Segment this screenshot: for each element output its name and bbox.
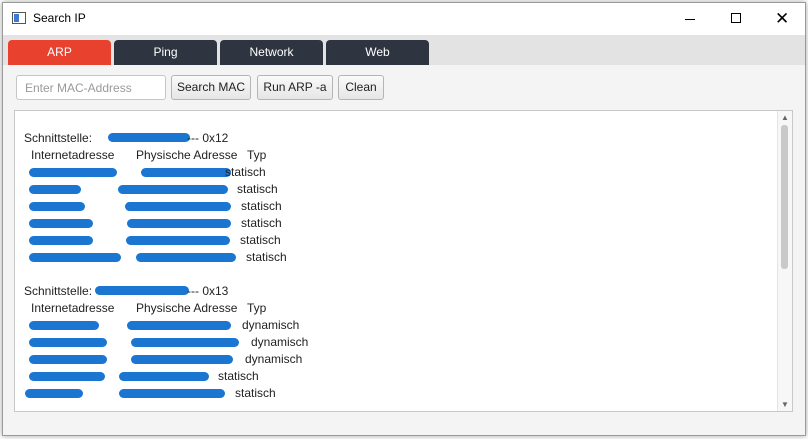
redacted-ip (29, 219, 93, 228)
close-icon: ✕ (775, 9, 790, 28)
interface-label: Schnittstelle: (24, 131, 93, 145)
redacted-ip (29, 202, 85, 211)
close-button[interactable]: ✕ (759, 3, 805, 35)
redacted-ip (29, 355, 107, 364)
scroll-thumb[interactable] (781, 125, 788, 269)
redacted-ip (29, 236, 93, 245)
header-type: Typ (247, 301, 267, 315)
row-type: statisch (241, 216, 282, 230)
redacted-ip (95, 286, 189, 295)
redacted-ip (108, 133, 190, 142)
interface-suffix: --- 0x13 (187, 284, 229, 298)
minimize-button[interactable] (667, 3, 713, 35)
redacted-ip (29, 372, 105, 381)
maximize-button[interactable] (713, 3, 759, 35)
search-mac-button[interactable]: Search MAC (171, 75, 251, 100)
redacted-ip (29, 168, 117, 177)
row-type: statisch (218, 369, 259, 383)
redacted-mac (125, 202, 231, 211)
mac-address-input[interactable] (16, 75, 166, 100)
header-internet-address: Internetadresse (31, 148, 115, 162)
minimize-icon (685, 19, 695, 20)
redacted-ip (29, 185, 81, 194)
redacted-mac (136, 253, 236, 262)
tab-arp[interactable]: ARP (8, 40, 111, 65)
window-title: Search IP (33, 11, 86, 25)
scroll-down-icon[interactable]: ▼ (781, 400, 789, 409)
redacted-mac (131, 355, 233, 364)
row-type: statisch (246, 250, 287, 264)
search-ip-window: Search IP ✕ ARP Ping Network Web Search … (2, 2, 806, 436)
redacted-mac (131, 338, 239, 347)
redacted-mac (127, 219, 231, 228)
row-type: statisch (237, 182, 278, 196)
redacted-mac (127, 321, 231, 330)
row-type: dynamisch (251, 335, 309, 349)
title-bar: Search IP ✕ (3, 3, 805, 35)
tab-bar: ARP Ping Network Web (3, 35, 805, 65)
app-icon (12, 12, 26, 24)
run-arp-button[interactable]: Run ARP -a (257, 75, 333, 100)
row-type: statisch (235, 386, 276, 400)
redacted-mac (126, 236, 230, 245)
arp-output-textarea[interactable]: Schnittstelle: --- 0x12 Internetadresse … (14, 110, 793, 412)
redacted-ip (25, 389, 83, 398)
redacted-mac (119, 389, 225, 398)
header-type: Typ (247, 148, 267, 162)
redacted-ip (29, 338, 107, 347)
row-type: statisch (240, 233, 281, 247)
tab-network[interactable]: Network (220, 40, 323, 65)
clean-button[interactable]: Clean (338, 75, 384, 100)
row-type: statisch (241, 199, 282, 213)
redacted-ip (29, 253, 121, 262)
row-type: dynamisch (242, 318, 300, 332)
arp-panel: Search MAC Run ARP -a Clean Schnittstell… (3, 65, 805, 435)
tab-web[interactable]: Web (326, 40, 429, 65)
output-scrollbar[interactable]: ▲ ▼ (777, 111, 792, 411)
redacted-mac (141, 168, 231, 177)
header-internet-address: Internetadresse (31, 301, 115, 315)
redacted-ip (29, 321, 99, 330)
interface-label: Schnittstelle: (24, 284, 93, 298)
tab-ping[interactable]: Ping (114, 40, 217, 65)
redacted-mac (119, 372, 209, 381)
header-physical-address: Physische Adresse (136, 148, 238, 162)
row-type: dynamisch (245, 352, 303, 366)
maximize-icon (731, 13, 741, 23)
interface-suffix: --- 0x12 (187, 131, 229, 145)
row-type: statisch (225, 165, 266, 179)
redacted-mac (118, 185, 228, 194)
scroll-up-icon[interactable]: ▲ (781, 113, 789, 122)
header-physical-address: Physische Adresse (136, 301, 238, 315)
